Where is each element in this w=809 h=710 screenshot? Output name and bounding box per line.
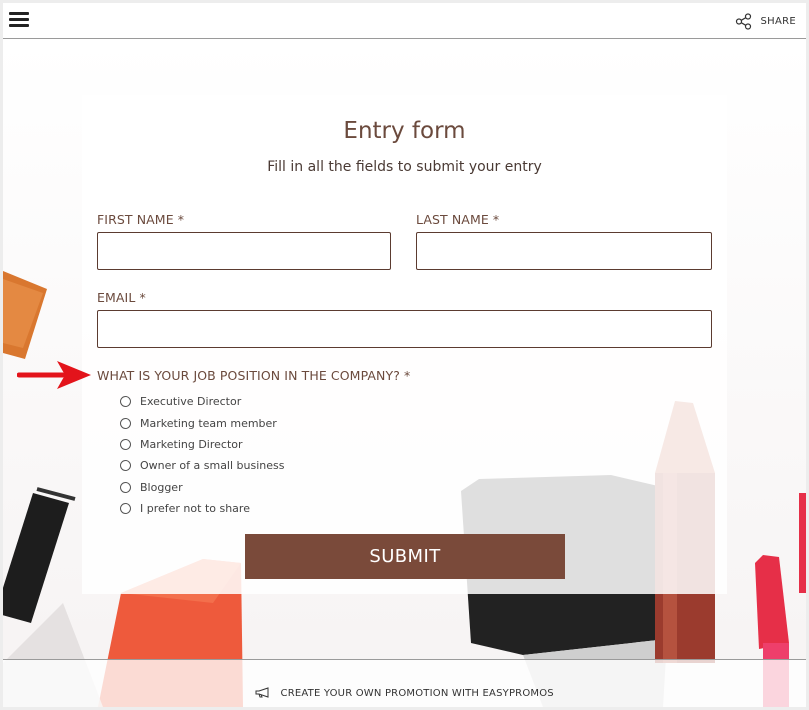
easypromos-link[interactable]: CREATE YOUR OWN PROMOTION WITH EASYPROMO… (3, 687, 806, 699)
share-button[interactable]: SHARE (735, 12, 796, 30)
job-option-marketing-director[interactable]: Marketing Director (120, 434, 285, 455)
app-frame: SHARE Entry form Fill in all the fields … (3, 3, 806, 707)
radio-button[interactable] (120, 396, 131, 408)
job-position-radio-group: Executive Director Marketing team member… (120, 391, 285, 519)
form-subtitle: Fill in all the fields to submit your en… (267, 159, 542, 175)
job-option-marketing-team-member[interactable]: Marketing team member (120, 412, 285, 433)
job-option-executive-director[interactable]: Executive Director (120, 391, 285, 412)
share-icon (735, 12, 751, 30)
first-name-input[interactable] (97, 232, 391, 270)
job-option-prefer-not-to-share[interactable]: I prefer not to share (120, 498, 285, 519)
submit-button[interactable]: SUBMIT (245, 534, 565, 579)
job-position-question: WHAT IS YOUR JOB POSITION IN THE COMPANY… (97, 368, 411, 383)
last-name-label: LAST NAME * (416, 212, 500, 227)
share-label: SHARE (760, 15, 796, 27)
radio-button[interactable] (120, 503, 131, 515)
last-name-input[interactable] (416, 232, 712, 270)
radio-button[interactable] (120, 438, 131, 450)
form-title: Entry form (343, 118, 466, 144)
radio-button[interactable] (120, 481, 131, 493)
megaphone-icon (255, 687, 269, 698)
email-label: EMAIL * (97, 290, 146, 305)
first-name-label: FIRST NAME * (97, 212, 185, 227)
top-bar: SHARE (3, 3, 806, 39)
annotation-arrow-icon (17, 361, 91, 389)
job-option-small-business-owner[interactable]: Owner of a small business (120, 455, 285, 476)
radio-button[interactable] (120, 460, 131, 472)
menu-icon[interactable] (9, 12, 29, 28)
email-input[interactable] (97, 310, 712, 348)
radio-button[interactable] (120, 417, 131, 429)
footer-link-text: CREATE YOUR OWN PROMOTION WITH EASYPROMO… (280, 688, 554, 699)
job-option-blogger[interactable]: Blogger (120, 477, 285, 498)
footer-bar: CREATE YOUR OWN PROMOTION WITH EASYPROMO… (3, 659, 806, 707)
